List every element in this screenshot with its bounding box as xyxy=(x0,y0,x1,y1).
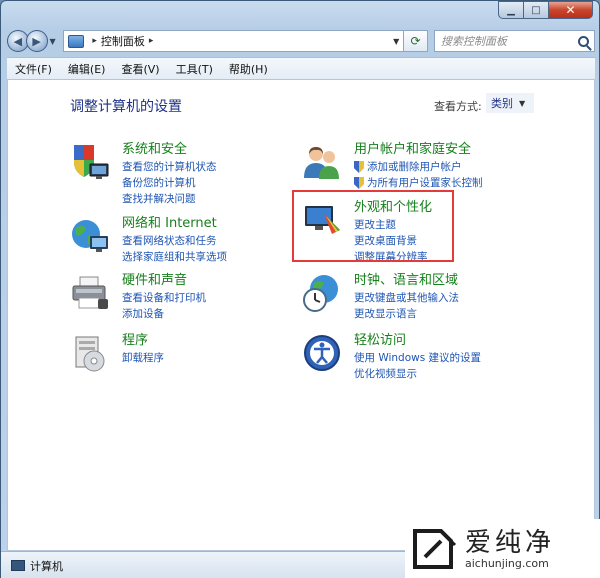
category-title[interactable]: 系统和安全 xyxy=(122,138,187,157)
watermark-url: aichunjing.com xyxy=(465,556,549,570)
control-panel-window: ▁ □ ✕ ◀ ▶ ▼ ▸ 控制面板 ▸ ▼ ⟳ 文件(F) 编辑(E) 查看(… xyxy=(0,0,600,578)
forward-button[interactable]: ▶ xyxy=(25,30,48,52)
menu-edit[interactable]: 编辑(E) xyxy=(66,59,108,79)
view-by-label: 查看方式: xyxy=(434,100,482,113)
breadcrumb-separator-2[interactable]: ▸ xyxy=(149,36,154,46)
minimize-button[interactable]: ▁ xyxy=(498,1,524,19)
clock-globe-icon xyxy=(303,275,338,312)
recent-pages-dropdown[interactable]: ▼ xyxy=(50,37,60,46)
close-button[interactable]: ✕ xyxy=(549,1,593,19)
category-title[interactable]: 轻松访问 xyxy=(354,329,406,348)
menu-view[interactable]: 查看(V) xyxy=(119,59,161,79)
highlight-annotation-box xyxy=(292,190,454,262)
search-input[interactable] xyxy=(440,34,569,48)
globe-network-icon xyxy=(72,220,108,252)
watermark-title: 爱纯净 xyxy=(465,527,556,558)
control-panel-icon xyxy=(68,34,85,48)
ease-of-access-icon xyxy=(304,335,340,371)
address-dropdown-icon[interactable]: ▼ xyxy=(389,37,403,46)
search-box[interactable] xyxy=(433,30,595,52)
category-title[interactable]: 硬件和声音 xyxy=(122,269,187,288)
link-add-device[interactable]: 添加设备 xyxy=(122,306,206,322)
link-windows-recommended-settings[interactable]: 使用 Windows 建议的设置 xyxy=(354,350,481,366)
menu-file[interactable]: 文件(F) xyxy=(13,59,54,79)
uac-shield-icon xyxy=(354,177,364,189)
menu-help[interactable]: 帮助(H) xyxy=(227,59,270,79)
link-uninstall-program[interactable]: 卸载程序 xyxy=(122,350,164,366)
view-by-dropdown[interactable]: 类别 ▼ xyxy=(486,93,534,113)
menu-tools[interactable]: 工具(T) xyxy=(174,59,215,79)
menu-bar: 文件(F) 编辑(E) 查看(V) 工具(T) 帮助(H) xyxy=(7,57,595,79)
printer-icon xyxy=(72,276,108,309)
link-homegroup-sharing[interactable]: 选择家庭组和共享选项 xyxy=(122,249,227,265)
link-view-network-status[interactable]: 查看网络状态和任务 xyxy=(122,233,227,249)
navigation-bar: ◀ ▶ ▼ ▸ 控制面板 ▸ ▼ ⟳ xyxy=(7,27,595,55)
chevron-down-icon: ▼ xyxy=(519,98,526,108)
breadcrumb-separator[interactable]: ▸ xyxy=(92,36,97,46)
address-bar[interactable]: ▸ 控制面板 ▸ ▼ xyxy=(63,30,405,52)
link-parental-controls[interactable]: 为所有用户设置家长控制 xyxy=(354,175,483,191)
view-by-value: 类别 xyxy=(491,97,513,110)
link-view-computer-status[interactable]: 查看您的计算机状态 xyxy=(122,159,217,175)
category-title[interactable]: 程序 xyxy=(122,329,148,348)
maximize-button[interactable]: □ xyxy=(524,1,549,19)
programs-icon xyxy=(75,336,105,372)
search-icon[interactable] xyxy=(578,35,589,47)
refresh-button[interactable]: ⟳ xyxy=(404,30,428,52)
shield-computer-icon xyxy=(74,145,109,179)
page-title: 调整计算机的设置 xyxy=(70,99,182,115)
link-change-keyboard[interactable]: 更改键盘或其他输入法 xyxy=(354,290,459,306)
link-optimize-visual-display[interactable]: 优化视频显示 xyxy=(354,366,481,382)
category-title[interactable]: 网络和 Internet xyxy=(122,212,217,231)
link-backup-computer[interactable]: 备份您的计算机 xyxy=(122,175,217,191)
computer-icon xyxy=(11,560,25,571)
status-text: 计算机 xyxy=(30,559,63,573)
watermark-logo-icon xyxy=(413,529,457,569)
link-view-devices-printers[interactable]: 查看设备和打印机 xyxy=(122,290,206,306)
category-title[interactable]: 用户帐户和家庭安全 xyxy=(354,138,471,157)
content-area: 调整计算机的设置 查看方式: 类别 ▼ 系统和安全 查看您的计算机状态 备份您的… xyxy=(7,79,595,551)
uac-shield-icon xyxy=(354,161,364,173)
link-find-fix-problems[interactable]: 查找并解决问题 xyxy=(122,191,217,207)
category-title[interactable]: 时钟、语言和区域 xyxy=(354,269,458,288)
link-change-display-language[interactable]: 更改显示语言 xyxy=(354,306,459,322)
breadcrumb-control-panel[interactable]: 控制面板 xyxy=(101,33,145,49)
users-icon xyxy=(304,147,339,179)
link-add-remove-accounts[interactable]: 添加或删除用户帐户 xyxy=(354,159,483,175)
refresh-icon: ⟳ xyxy=(410,34,421,48)
caption-buttons: ▁ □ ✕ xyxy=(498,1,593,19)
watermark: 爱纯净 aichunjing.com xyxy=(405,519,600,578)
